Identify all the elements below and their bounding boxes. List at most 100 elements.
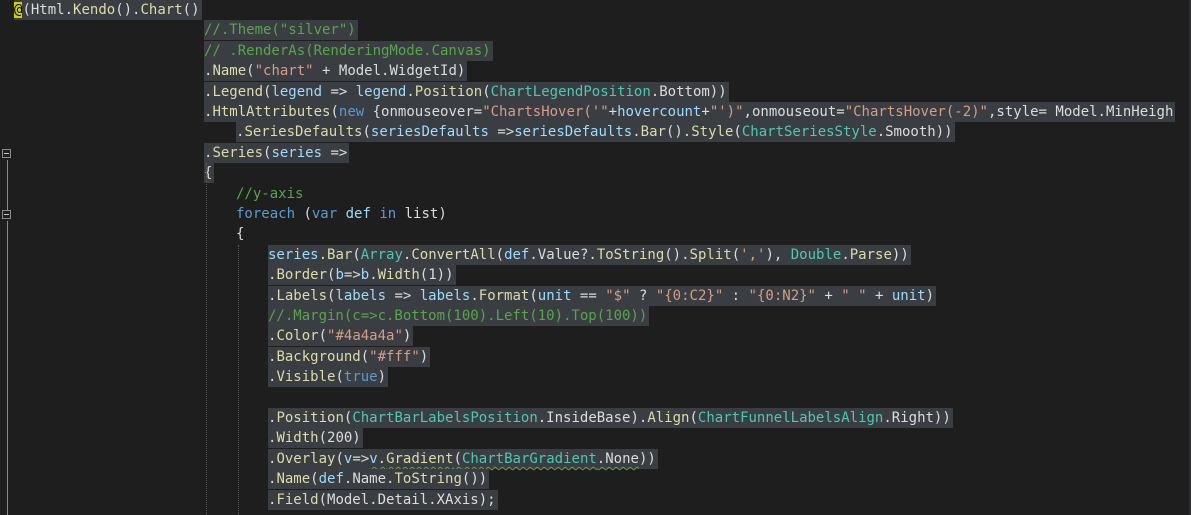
code-token: Kendo <box>73 2 116 18</box>
code-token: //.Theme("silver") <box>204 22 356 39</box>
code-token: Format <box>478 287 530 304</box>
code-token: ) <box>377 369 387 386</box>
code-token: Border <box>276 267 328 284</box>
code-line[interactable]: // .RenderAs(RenderingMode.Canvas) <box>204 40 493 61</box>
code-token: ( <box>330 104 339 120</box>
code-token: "ChartsHover(-2)" <box>844 104 988 120</box>
code-token: Name <box>276 471 311 488</box>
code-token: ( <box>310 471 319 488</box>
code-token: ( <box>295 206 312 222</box>
code-token: + Model.WidgetId) <box>313 63 466 80</box>
code-line[interactable]: .Width(200) <box>268 428 363 449</box>
code-token: Background <box>276 348 361 365</box>
code-line[interactable]: .Field(Model.Detail.XAxis); <box>268 489 498 510</box>
code-token: "ChartsHover('" <box>482 104 609 120</box>
code-token: legend <box>355 83 407 100</box>
outline-rail <box>7 162 8 210</box>
code-token: ( <box>689 410 698 426</box>
code-line[interactable]: .Overlay(v=>v.Gradient(ChartBarGradient.… <box>268 448 658 469</box>
code-line[interactable]: @(Html.Kendo().Chart() <box>14 0 202 20</box>
code-token: ,onmouseout= <box>743 104 845 120</box>
code-token: true <box>343 369 378 386</box>
collapse-series-icon[interactable] <box>2 149 11 158</box>
code-token: ) <box>925 287 935 304</box>
code-token: ( <box>529 287 538 304</box>
code-token: "chart" <box>254 63 314 80</box>
code-token: seriesDefaults <box>514 124 633 141</box>
code-line[interactable] <box>268 388 270 408</box>
code-line[interactable]: //.Theme("silver") <box>204 20 358 41</box>
code-token: + <box>608 104 618 120</box>
code-token: => <box>322 144 348 161</box>
code-token: == <box>571 287 606 304</box>
code-token: SeriesDefaults <box>244 124 363 141</box>
code-token: "{0:C2}" <box>655 287 724 304</box>
code-line[interactable]: .Color("#4a4a4a") <box>268 326 414 347</box>
code-token: hovercount <box>617 104 702 120</box>
code-token: + <box>866 287 892 304</box>
code-token: ( <box>352 246 361 263</box>
code-line[interactable]: .Labels(labels => labels.Format(unit == … <box>268 285 937 306</box>
indent-guide <box>206 163 207 515</box>
code-token: "#fff" <box>369 348 420 365</box>
code-token: in <box>379 206 397 222</box>
code-token: Align <box>647 410 690 426</box>
code-token: .None <box>596 450 639 467</box>
code-token: Chart <box>140 2 183 18</box>
code-line[interactable]: .Background("#fff") <box>268 346 431 367</box>
code-line[interactable]: foreach (var def in list) <box>236 204 449 224</box>
code-token: Array <box>360 246 403 263</box>
code-token: Bar <box>640 124 666 141</box>
code-token: + <box>701 104 710 120</box>
code-line[interactable]: .Legend(legend => legend.Position(ChartL… <box>204 81 729 102</box>
code-token: (). <box>665 124 692 141</box>
code-token: ( <box>453 450 462 467</box>
code-line[interactable]: .Position(ChartBarLabelsPosition.InsideB… <box>268 408 953 428</box>
code-token: new <box>338 104 365 120</box>
code-line[interactable]: .Border(b=>b.Width(1)) <box>268 265 456 286</box>
code-line[interactable]: .Name("chart" + Model.WidgetId) <box>204 61 468 82</box>
code-token: )) <box>891 246 909 263</box>
code-token: ( <box>318 328 328 345</box>
code-token: { <box>236 226 245 243</box>
code-token: "$" <box>605 287 631 304</box>
code-line[interactable]: { <box>236 224 246 244</box>
code-token: . <box>406 83 415 100</box>
code-line[interactable]: .Visible(true) <box>268 367 389 388</box>
code-line[interactable]: .Series(series => <box>204 142 350 163</box>
code-token: Field <box>276 491 319 508</box>
collapse-foreach-icon[interactable] <box>2 210 11 219</box>
code-token: . <box>377 450 387 467</box>
code-token: series <box>268 246 319 263</box>
code-token: Labels <box>276 287 328 304</box>
code-token: ) <box>419 348 429 365</box>
code-line[interactable]: //y-axis <box>236 184 305 204</box>
code-editor[interactable]: @(Html.Kendo().Chart()//.Theme("silver")… <box>0 0 1191 515</box>
code-line[interactable]: series.Bar(Array.ConvertAll(def.Value?.T… <box>268 244 911 265</box>
outline-rail <box>7 221 8 515</box>
code-token: list) <box>396 206 447 222</box>
code-token: series <box>271 144 323 161</box>
code-token: Position <box>276 410 344 426</box>
code-token: .Value?. <box>529 246 597 263</box>
code-token: "')" <box>709 104 744 120</box>
code-token: Html <box>30 2 65 18</box>
code-line[interactable]: //.Margin(c=>c.Bottom(100).Left(10).Top(… <box>268 306 650 326</box>
code-token: ( <box>335 450 344 467</box>
code-line[interactable]: .Name(def.Name.ToString()) <box>268 469 490 490</box>
code-line[interactable]: .HtmlAttributes(new {onmouseover="Charts… <box>204 102 1176 122</box>
code-token: v <box>369 450 378 467</box>
code-token: ,style= Model.MinHeigh <box>987 104 1174 120</box>
code-line[interactable]: .SeriesDefaults(seriesDefaults =>seriesD… <box>236 122 955 143</box>
code-token: ChartFunnelLabelsAlign <box>697 410 884 426</box>
code-token: ( <box>733 124 742 141</box>
code-token: labels <box>419 287 471 304</box>
code-token: Style <box>691 124 734 141</box>
code-token: (). <box>115 2 141 18</box>
code-token: ',' <box>740 246 766 263</box>
code-token: . <box>369 267 378 284</box>
code-token: ( <box>22 2 31 18</box>
code-token: Gradient <box>386 450 454 467</box>
code-token: ChartSeriesStyle <box>741 124 877 141</box>
